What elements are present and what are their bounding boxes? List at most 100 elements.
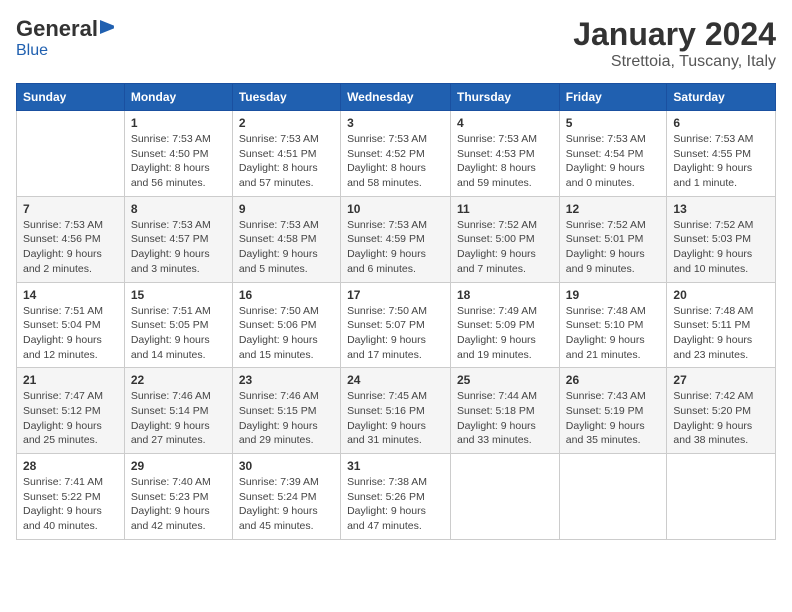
calendar-cell	[451, 454, 560, 540]
day-number: 30	[239, 459, 334, 473]
day-info: Sunrise: 7:53 AM Sunset: 4:50 PM Dayligh…	[131, 132, 226, 191]
day-info: Sunrise: 7:38 AM Sunset: 5:26 PM Dayligh…	[347, 475, 444, 534]
calendar-cell: 18Sunrise: 7:49 AM Sunset: 5:09 PM Dayli…	[451, 282, 560, 368]
day-info: Sunrise: 7:46 AM Sunset: 5:15 PM Dayligh…	[239, 389, 334, 448]
day-info: Sunrise: 7:53 AM Sunset: 4:56 PM Dayligh…	[23, 218, 118, 277]
calendar-cell: 12Sunrise: 7:52 AM Sunset: 5:01 PM Dayli…	[559, 196, 667, 282]
day-info: Sunrise: 7:50 AM Sunset: 5:06 PM Dayligh…	[239, 304, 334, 363]
day-number: 21	[23, 373, 118, 387]
day-number: 14	[23, 288, 118, 302]
page-header: General Blue January 2024 Strettoia, Tus…	[16, 16, 776, 71]
weekday-header-sunday: Sunday	[17, 84, 125, 111]
calendar-cell: 13Sunrise: 7:52 AM Sunset: 5:03 PM Dayli…	[667, 196, 776, 282]
day-number: 26	[566, 373, 661, 387]
calendar-cell: 6 Sunrise: 7:53 AM Sunset: 4:55 PM Daylig…	[667, 111, 776, 197]
calendar-cell: 2Sunrise: 7:53 AM Sunset: 4:51 PM Daylig…	[232, 111, 340, 197]
day-info: Sunrise: 7:47 AM Sunset: 5:12 PM Dayligh…	[23, 389, 118, 448]
day-info: Sunrise: 7:53 AM Sunset: 4:53 PM Dayligh…	[457, 132, 553, 191]
day-number: 29	[131, 459, 226, 473]
day-info: Sunrise: 7:49 AM Sunset: 5:09 PM Dayligh…	[457, 304, 553, 363]
day-number: 27	[673, 373, 769, 387]
day-info: Sunrise: 7:40 AM Sunset: 5:23 PM Dayligh…	[131, 475, 226, 534]
day-info: Sunrise: 7:44 AM Sunset: 5:18 PM Dayligh…	[457, 389, 553, 448]
day-info: Sunrise: 7:45 AM Sunset: 5:16 PM Dayligh…	[347, 389, 444, 448]
calendar-cell: 26 Sunrise: 7:43 AM Sunset: 5:19 PM Dayli…	[559, 368, 667, 454]
day-info: Sunrise: 7:48 AM Sunset: 5:10 PM Dayligh…	[566, 304, 661, 363]
calendar-cell: 19 Sunrise: 7:48 AM Sunset: 5:10 PM Dayli…	[559, 282, 667, 368]
calendar-table: SundayMondayTuesdayWednesdayThursdayFrid…	[16, 83, 776, 540]
logo-blue-text: Blue	[16, 42, 48, 60]
day-info: Sunrise: 7:43 AM Sunset: 5:19 PM Dayligh…	[566, 389, 661, 448]
page-subtitle: Strettoia, Tuscany, Italy	[573, 53, 776, 71]
day-info: Sunrise: 7:53 AM Sunset: 4:52 PM Dayligh…	[347, 132, 444, 191]
calendar-cell: 9 Sunrise: 7:53 AM Sunset: 4:58 PM Daylig…	[232, 196, 340, 282]
day-info: Sunrise: 7:41 AM Sunset: 5:22 PM Dayligh…	[23, 475, 118, 534]
day-number: 16	[239, 288, 334, 302]
day-info: Sunrise: 7:53 AM Sunset: 4:59 PM Dayligh…	[347, 218, 444, 277]
calendar-cell: 16 Sunrise: 7:50 AM Sunset: 5:06 PM Dayli…	[232, 282, 340, 368]
day-number: 17	[347, 288, 444, 302]
title-section: January 2024 Strettoia, Tuscany, Italy	[573, 16, 776, 71]
weekday-header-friday: Friday	[559, 84, 667, 111]
day-number: 6	[673, 116, 769, 130]
calendar-cell: 5 Sunrise: 7:53 AM Sunset: 4:54 PM Daylig…	[559, 111, 667, 197]
calendar-cell: 15Sunrise: 7:51 AM Sunset: 5:05 PM Dayli…	[124, 282, 232, 368]
day-info: Sunrise: 7:53 AM Sunset: 4:57 PM Dayligh…	[131, 218, 226, 277]
weekday-header-tuesday: Tuesday	[232, 84, 340, 111]
day-number: 12	[566, 202, 661, 216]
calendar-week-row: 7 Sunrise: 7:53 AM Sunset: 4:56 PM Daylig…	[17, 196, 776, 282]
calendar-cell	[17, 111, 125, 197]
calendar-cell: 1 Sunrise: 7:53 AM Sunset: 4:50 PM Daylig…	[124, 111, 232, 197]
day-number: 22	[131, 373, 226, 387]
calendar-cell: 28Sunrise: 7:41 AM Sunset: 5:22 PM Dayli…	[17, 454, 125, 540]
calendar-cell	[667, 454, 776, 540]
day-number: 11	[457, 202, 553, 216]
day-number: 8	[131, 202, 226, 216]
day-number: 20	[673, 288, 769, 302]
day-number: 7	[23, 202, 118, 216]
calendar-cell: 30 Sunrise: 7:39 AM Sunset: 5:24 PM Dayli…	[232, 454, 340, 540]
day-info: Sunrise: 7:50 AM Sunset: 5:07 PM Dayligh…	[347, 304, 444, 363]
day-info: Sunrise: 7:53 AM Sunset: 4:55 PM Dayligh…	[673, 132, 769, 191]
day-info: Sunrise: 7:48 AM Sunset: 5:11 PM Dayligh…	[673, 304, 769, 363]
page-title: January 2024	[573, 16, 776, 53]
calendar-week-row: 28Sunrise: 7:41 AM Sunset: 5:22 PM Dayli…	[17, 454, 776, 540]
calendar-cell: 7 Sunrise: 7:53 AM Sunset: 4:56 PM Daylig…	[17, 196, 125, 282]
calendar-week-row: 14 Sunrise: 7:51 AM Sunset: 5:04 PM Dayli…	[17, 282, 776, 368]
calendar-cell: 14 Sunrise: 7:51 AM Sunset: 5:04 PM Dayli…	[17, 282, 125, 368]
day-info: Sunrise: 7:46 AM Sunset: 5:14 PM Dayligh…	[131, 389, 226, 448]
weekday-header-thursday: Thursday	[451, 84, 560, 111]
logo-arrow-icon	[100, 20, 114, 34]
calendar-cell: 20 Sunrise: 7:48 AM Sunset: 5:11 PM Dayli…	[667, 282, 776, 368]
day-number: 1	[131, 116, 226, 130]
day-number: 5	[566, 116, 661, 130]
day-info: Sunrise: 7:53 AM Sunset: 4:54 PM Dayligh…	[566, 132, 661, 191]
day-number: 25	[457, 373, 553, 387]
day-info: Sunrise: 7:53 AM Sunset: 4:51 PM Dayligh…	[239, 132, 334, 191]
day-info: Sunrise: 7:39 AM Sunset: 5:24 PM Dayligh…	[239, 475, 334, 534]
day-number: 19	[566, 288, 661, 302]
day-number: 4	[457, 116, 553, 130]
day-info: Sunrise: 7:52 AM Sunset: 5:00 PM Dayligh…	[457, 218, 553, 277]
calendar-week-row: 1 Sunrise: 7:53 AM Sunset: 4:50 PM Daylig…	[17, 111, 776, 197]
day-number: 31	[347, 459, 444, 473]
weekday-header-wednesday: Wednesday	[341, 84, 451, 111]
day-info: Sunrise: 7:51 AM Sunset: 5:04 PM Dayligh…	[23, 304, 118, 363]
day-number: 9	[239, 202, 334, 216]
calendar-cell: 17 Sunrise: 7:50 AM Sunset: 5:07 PM Dayli…	[341, 282, 451, 368]
weekday-header-row: SundayMondayTuesdayWednesdayThursdayFrid…	[17, 84, 776, 111]
day-number: 24	[347, 373, 444, 387]
calendar-cell: 25 Sunrise: 7:44 AM Sunset: 5:18 PM Dayli…	[451, 368, 560, 454]
calendar-cell: 4 Sunrise: 7:53 AM Sunset: 4:53 PM Daylig…	[451, 111, 560, 197]
day-number: 13	[673, 202, 769, 216]
calendar-week-row: 21 Sunrise: 7:47 AM Sunset: 5:12 PM Dayli…	[17, 368, 776, 454]
calendar-cell: 21 Sunrise: 7:47 AM Sunset: 5:12 PM Dayli…	[17, 368, 125, 454]
day-info: Sunrise: 7:53 AM Sunset: 4:58 PM Dayligh…	[239, 218, 334, 277]
day-number: 23	[239, 373, 334, 387]
calendar-cell: 23 Sunrise: 7:46 AM Sunset: 5:15 PM Dayli…	[232, 368, 340, 454]
calendar-cell: 8 Sunrise: 7:53 AM Sunset: 4:57 PM Daylig…	[124, 196, 232, 282]
calendar-cell: 10Sunrise: 7:53 AM Sunset: 4:59 PM Dayli…	[341, 196, 451, 282]
calendar-cell: 3Sunrise: 7:53 AM Sunset: 4:52 PM Daylig…	[341, 111, 451, 197]
calendar-cell: 24 Sunrise: 7:45 AM Sunset: 5:16 PM Dayli…	[341, 368, 451, 454]
calendar-cell	[559, 454, 667, 540]
